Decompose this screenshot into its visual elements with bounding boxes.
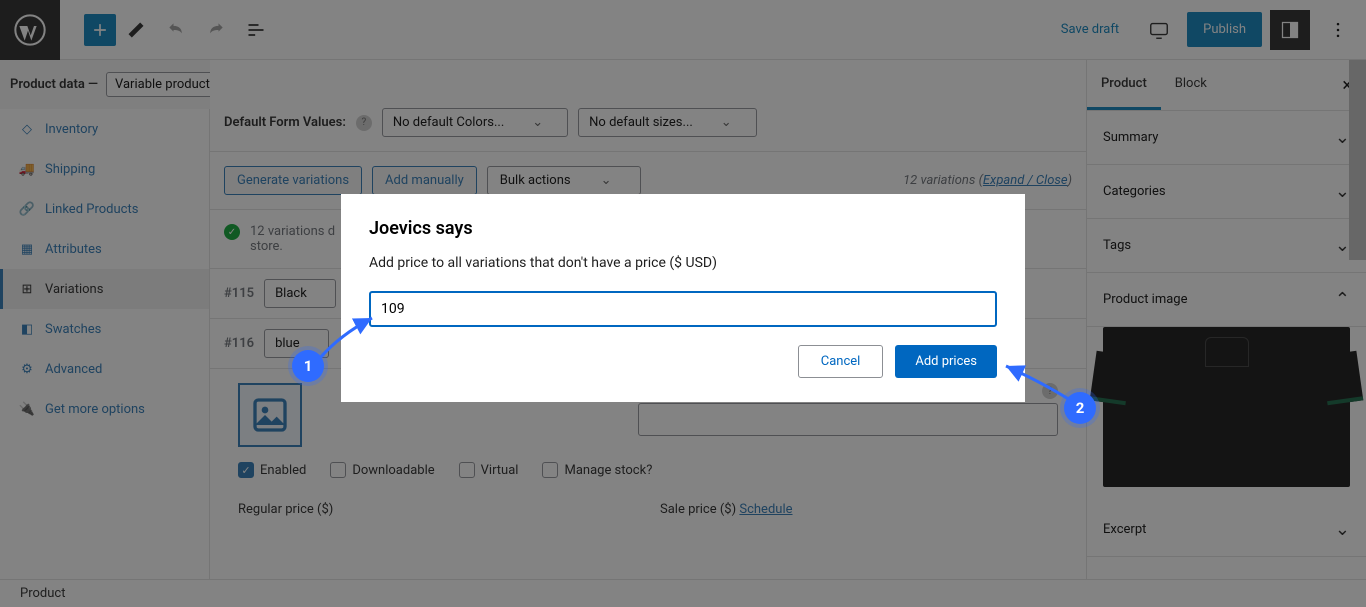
add-prices-button[interactable]: Add prices (895, 345, 997, 378)
price-prompt-dialog: Joevics says Add price to all variations… (341, 194, 1025, 402)
annotation-badge-1: 1 (292, 350, 324, 382)
annotation-badge-2: 2 (1064, 392, 1096, 424)
cancel-button[interactable]: Cancel (798, 345, 884, 378)
price-input[interactable] (369, 291, 997, 327)
modal-text: Add price to all variations that don't h… (369, 255, 997, 271)
modal-title: Joevics says (369, 218, 997, 239)
